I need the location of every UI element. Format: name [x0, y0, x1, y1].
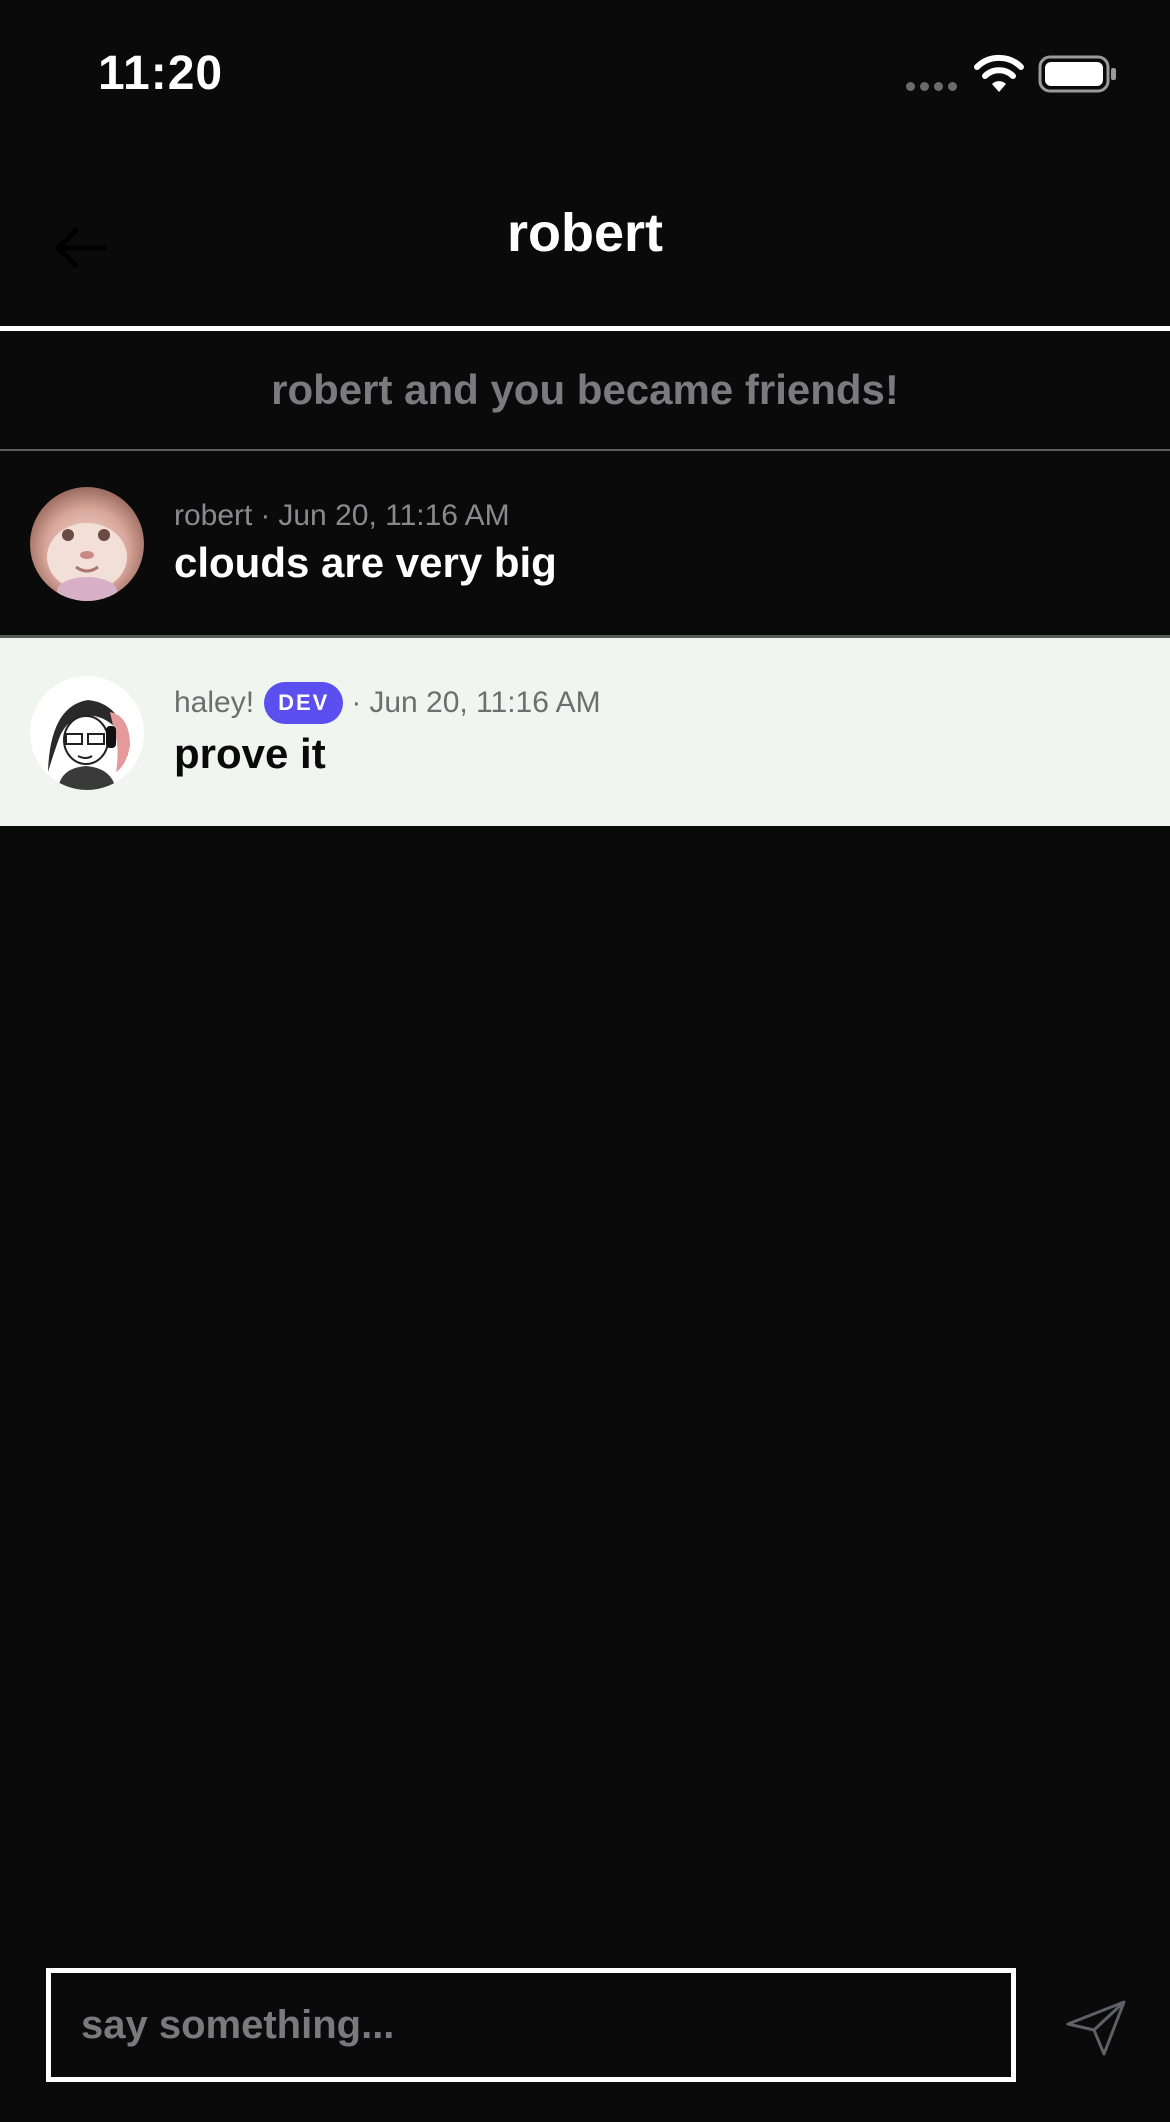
message-text: clouds are very big [174, 539, 557, 586]
wifi-icon [974, 54, 1024, 92]
status-bar: 11:20 [0, 0, 1170, 150]
page-title: robert [506, 203, 663, 263]
author-name: robert [174, 499, 253, 532]
avatar[interactable] [30, 487, 144, 601]
message-meta: robert · Jun 20, 11:16 AM [174, 499, 510, 533]
dev-badge: DEV [264, 682, 344, 724]
system-banner-text: robert and you became friends! [271, 366, 899, 413]
meta-separator: · [351, 686, 362, 719]
meta-separator: · [260, 499, 271, 532]
system-banner: robert and you became friends! [0, 331, 1170, 451]
author-name: haley! [174, 686, 255, 719]
message-row[interactable]: robert · Jun 20, 11:16 AM clouds are ver… [0, 451, 1170, 638]
message-text: prove it [174, 730, 326, 777]
nav-bar: robert [0, 150, 1170, 328]
haley-avatar [30, 676, 144, 790]
avatar[interactable] [30, 676, 144, 790]
battery-icon [1038, 55, 1116, 93]
send-button[interactable] [1058, 1992, 1134, 2064]
send-icon [1066, 2000, 1126, 2056]
signal-dots-icon [906, 82, 960, 92]
timestamp: Jun 20, 11:16 AM [278, 499, 510, 532]
message-input[interactable] [46, 1968, 1016, 2082]
message-row[interactable]: haley! DEV · Jun 20, 11:16 AM prove it [0, 638, 1170, 826]
timestamp: Jun 20, 11:16 AM [369, 686, 601, 719]
status-time: 11:20 [98, 47, 224, 100]
message-meta: haley! DEV · Jun 20, 11:16 AM [174, 682, 601, 724]
robert-avatar [30, 487, 144, 601]
